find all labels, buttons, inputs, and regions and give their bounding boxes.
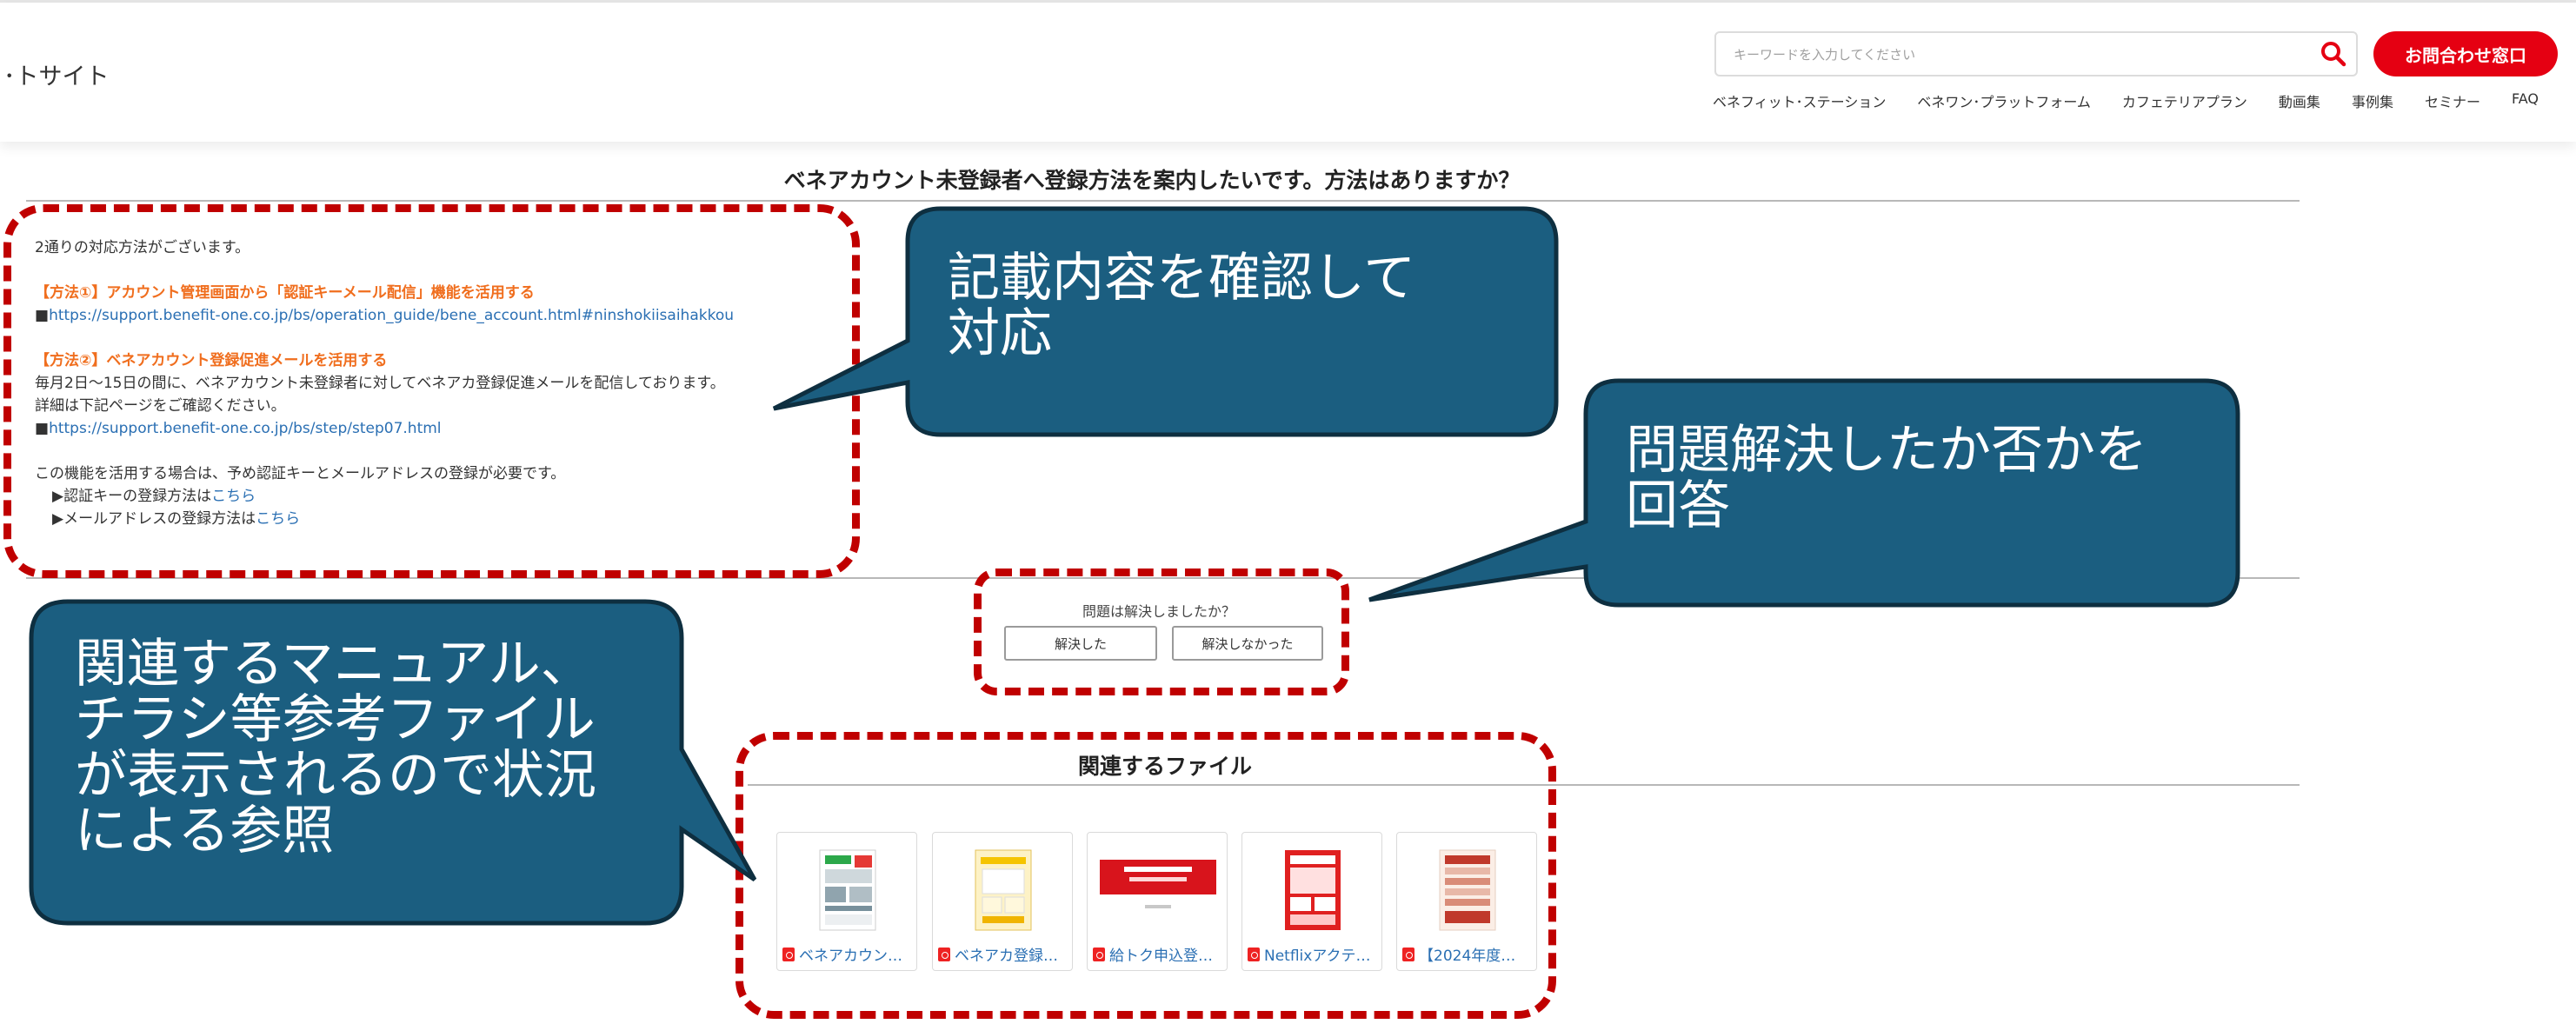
callout-3-line: 関連するマニュアル、	[75, 634, 593, 695]
callout-3-line: チラシ等参考ファイル	[75, 689, 596, 750]
callout-1-line: 記載内容を確認して	[948, 248, 1416, 309]
callout-2-text: 問題解決したか否かを 回答	[1626, 422, 2147, 534]
callout-3-text: 関連するマニュアル、 チラシ等参考ファイル が表示されるので状況 による参照	[75, 636, 596, 859]
callout-2-line: 回答	[1626, 475, 1730, 536]
callout-2-line: 問題解決したか否かを	[1626, 420, 2147, 481]
callout-1-line: 対応	[948, 303, 1052, 364]
callout-bubbles	[29, 206, 2240, 926]
callout-1-text: 記載内容を確認して 対応	[948, 250, 1415, 362]
callout-3-line: が表示されるので状況	[75, 745, 596, 806]
callout-3-line: による参照	[75, 801, 335, 861]
